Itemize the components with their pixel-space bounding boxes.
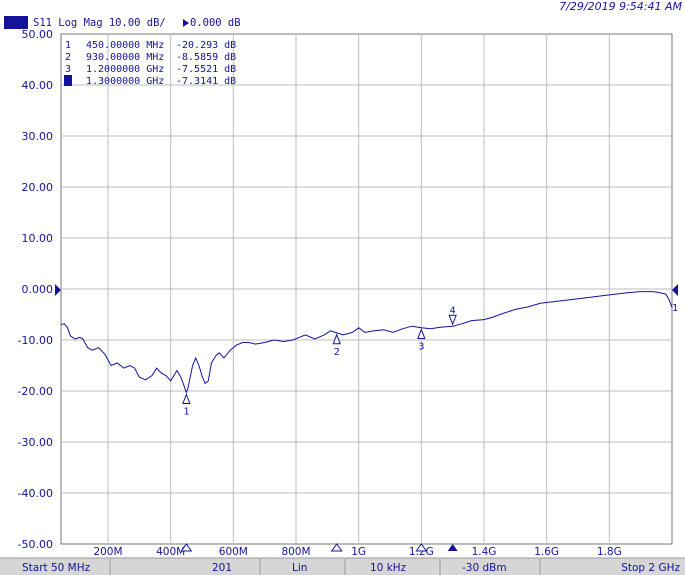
marker-table: 1 450.00000 MHz -20.293 dB 2 930.00000 MHz -8… (64, 40, 236, 87)
marker-num: 3 (65, 64, 71, 75)
status-ifbw[interactable]: 10 kHz (370, 562, 407, 574)
y-tick-label: 10.00 (22, 232, 54, 245)
status-sweep-type[interactable]: Lin (292, 562, 307, 574)
marker-stimulus-icon[interactable] (447, 544, 458, 551)
marker-freq: 450.00000 MHz (86, 40, 164, 51)
marker-num: 2 (65, 52, 71, 63)
ref-left-arrow-icon[interactable] (55, 284, 61, 296)
marker-value: -7.3141 dB (176, 76, 236, 87)
trace-line (60, 291, 673, 394)
status-bar (0, 558, 685, 575)
y-tick-label: 20.00 (22, 181, 54, 194)
y-tick-label: -10.00 (18, 334, 53, 347)
y-tick-label: 30.00 (22, 130, 54, 143)
ref-right-label: 1 (672, 303, 678, 314)
x-axis: 200M 400M 600M 800M 1G 1.2G 1.4G 1.6G 1.8G (93, 546, 621, 558)
vna-display: 7/29/2019 9:54:41 AM Tr1 S11 Log Mag 10.… (0, 0, 685, 575)
x-tick-label: 600M (219, 546, 248, 558)
ref-arrow-icon (183, 19, 189, 27)
x-tick-label: 200M (93, 546, 122, 558)
status-points[interactable]: 201 (212, 562, 232, 574)
grid (61, 34, 672, 544)
marker-stimulus-icon[interactable] (330, 543, 343, 552)
x-tick-label: 1G (351, 546, 366, 558)
marker-glyph-label: 1 (183, 406, 189, 417)
ref-right-arrow-icon[interactable] (672, 284, 678, 296)
x-tick-label: 1.8G (597, 546, 622, 558)
marker-glyph-label: 2 (334, 347, 340, 358)
marker-value: -20.293 dB (176, 40, 236, 51)
y-tick-label: 50.00 (22, 28, 54, 41)
y-tick-label: 0.000 (22, 283, 54, 296)
x-tick-label: 400M (156, 546, 185, 558)
y-tick-label: -50.00 (18, 538, 53, 551)
marker-freq: 1.2000000 GHz (86, 64, 164, 75)
y-tick-label: -30.00 (18, 436, 53, 449)
marker-glyph-icon[interactable] (182, 393, 191, 404)
y-tick-label: -20.00 (18, 385, 53, 398)
marker-value: -7.5521 dB (176, 64, 236, 75)
status-power[interactable]: -30 dBm (462, 562, 507, 574)
status-start[interactable]: Start 50 MHz (22, 562, 91, 574)
marker-glyph-icon[interactable] (332, 333, 341, 345)
marker-glyph-icon[interactable] (417, 328, 426, 340)
marker-num: 1 (65, 40, 71, 51)
y-axis: 50.00 40.00 30.00 20.00 10.00 0.000 -10.00 -20.… (18, 28, 53, 551)
y-tick-label: -40.00 (18, 487, 53, 500)
x-tick-label: 800M (281, 546, 310, 558)
trace-markers: 1 2 3 4 (180, 305, 458, 552)
status-stop[interactable]: Stop 2 GHz (621, 562, 680, 574)
y-tick-label: 40.00 (22, 79, 54, 92)
ref-value: 0.000 dB (190, 17, 241, 29)
marker-value: -8.5859 dB (176, 52, 236, 63)
marker-num: 4 (65, 76, 71, 87)
timestamp: 7/29/2019 9:54:41 AM (559, 0, 682, 13)
marker-freq: 1.3000000 GHz (86, 76, 164, 87)
x-tick-label: 1.6G (534, 546, 559, 558)
marker-glyph-icon[interactable] (448, 314, 457, 326)
marker-freq: 930.00000 MHz (86, 52, 164, 63)
marker-glyph-label: 3 (418, 342, 424, 353)
x-tick-label: 1.4G (472, 546, 497, 558)
marker-glyph-label: 4 (450, 305, 456, 316)
